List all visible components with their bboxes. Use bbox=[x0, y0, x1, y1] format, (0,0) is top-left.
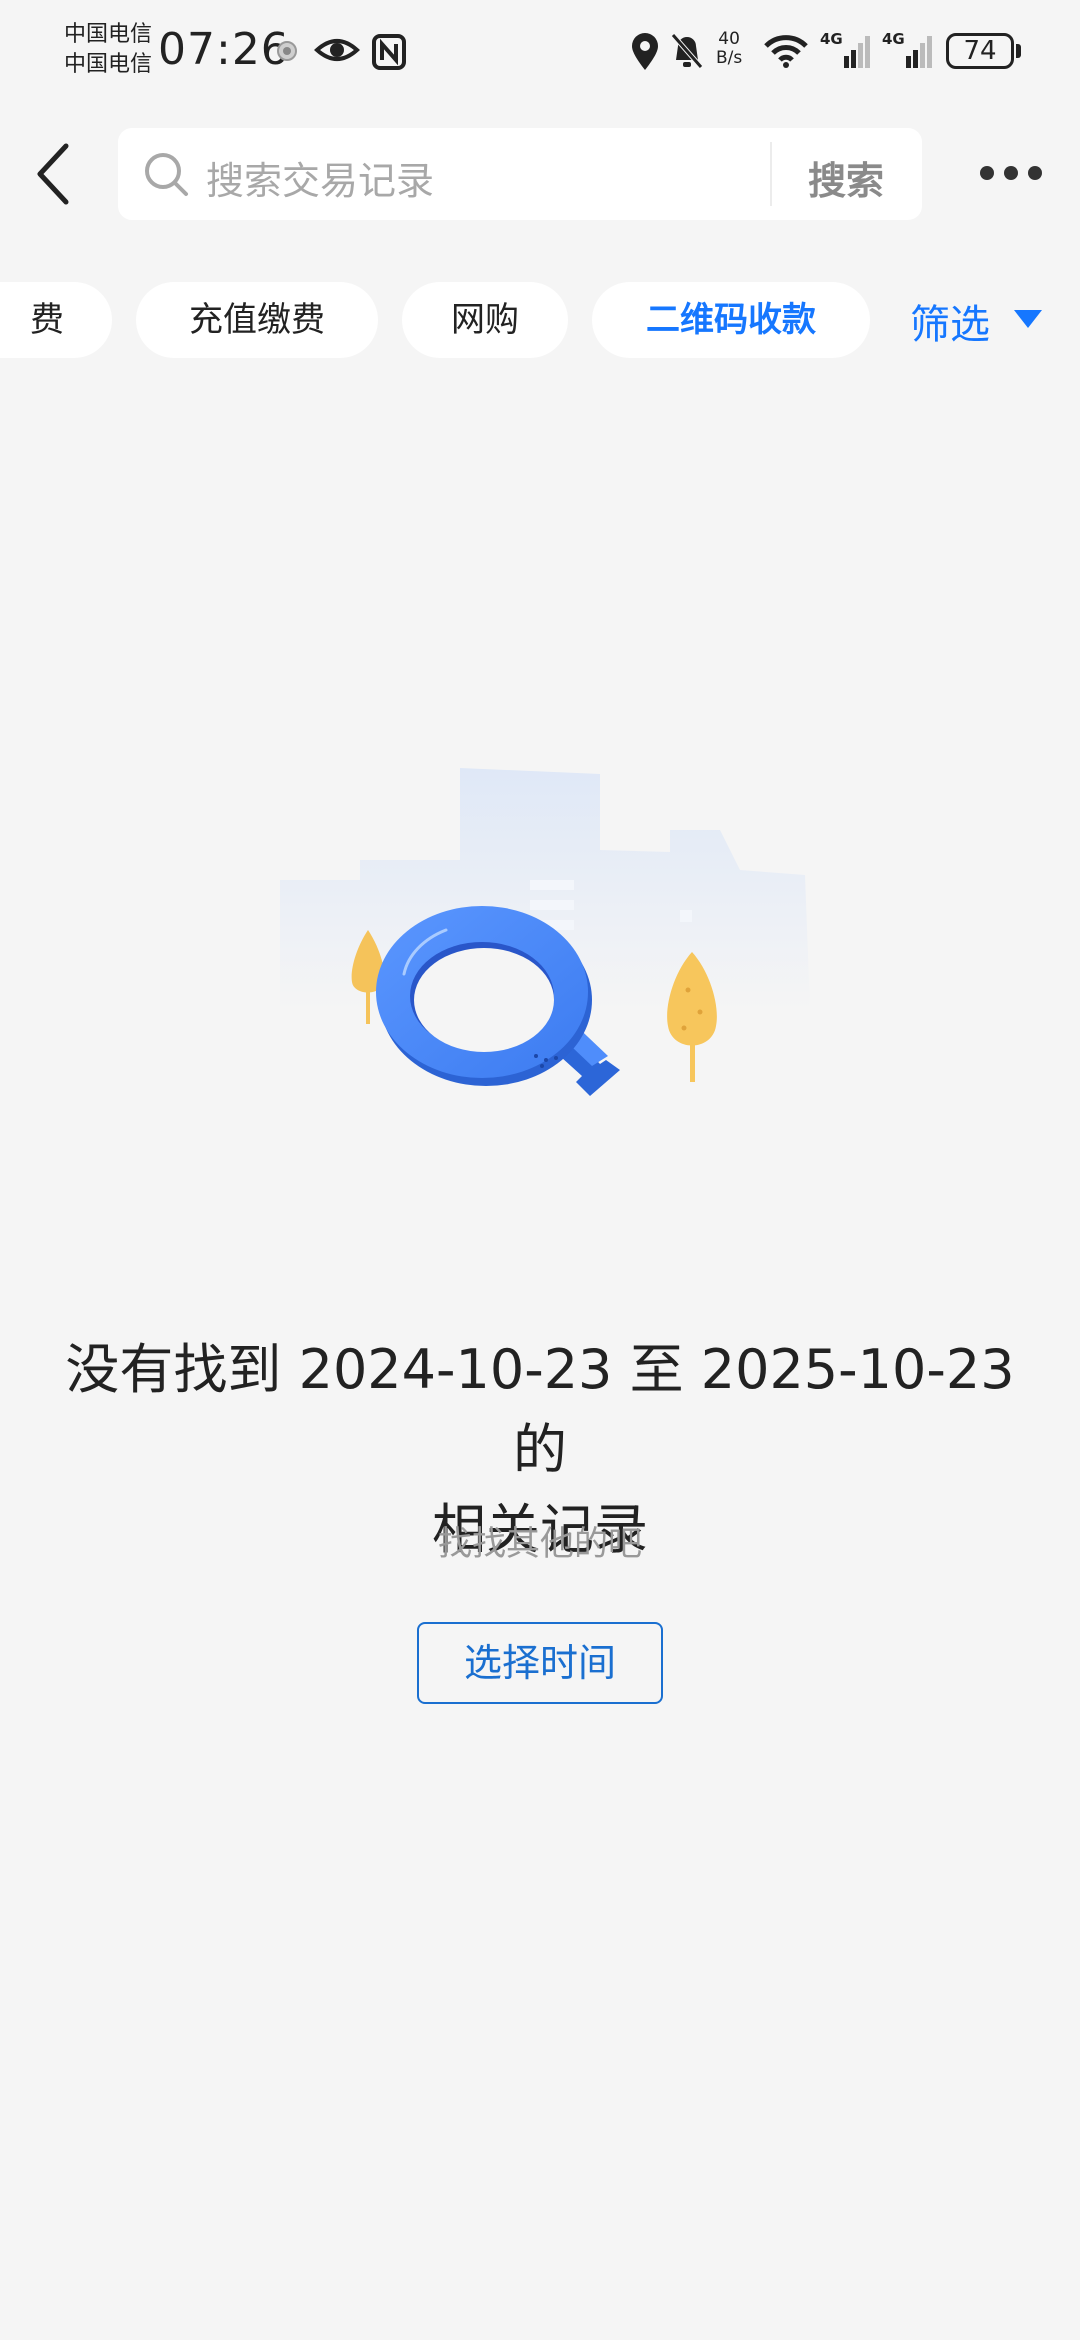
carrier-2: 中国电信 bbox=[64, 52, 153, 77]
search-input[interactable]: 搜索交易记录 搜索 bbox=[118, 128, 922, 220]
network-speed: 40 B/s bbox=[716, 30, 742, 68]
filter-chip-shopping[interactable]: 网购 bbox=[402, 282, 568, 358]
search-button[interactable]: 搜索 bbox=[808, 150, 884, 205]
more-icon[interactable] bbox=[976, 158, 1046, 188]
carrier-1: 中国电信 bbox=[64, 22, 153, 47]
svg-text:4G: 4G bbox=[820, 30, 843, 48]
back-button[interactable] bbox=[30, 140, 86, 208]
clock: 07:26 bbox=[158, 24, 290, 75]
battery-tip bbox=[1016, 44, 1021, 58]
eye-icon bbox=[314, 39, 360, 61]
signal-icon: 4G bbox=[882, 30, 932, 68]
wifi-icon bbox=[764, 35, 808, 68]
caret-down-icon[interactable] bbox=[1014, 310, 1042, 328]
filter-button[interactable]: 筛选 bbox=[910, 292, 990, 350]
record-icon bbox=[277, 41, 297, 61]
back-arrow-icon bbox=[37, 143, 69, 205]
search-divider bbox=[770, 142, 772, 206]
empty-state-subtitle: 找找其他的吧 bbox=[438, 1524, 642, 1564]
carrier-names: 中国电信 中国电信 bbox=[64, 20, 152, 80]
location-icon bbox=[632, 33, 658, 70]
battery-level: 74 bbox=[963, 36, 997, 66]
search-placeholder: 搜索交易记录 bbox=[206, 159, 435, 203]
nfc-icon bbox=[372, 34, 406, 70]
filter-chip-fee[interactable]: 费 bbox=[0, 282, 112, 358]
filter-chip-recharge[interactable]: 充值缴费 bbox=[136, 282, 378, 358]
status-bar: 中国电信 中国电信 07:26 40 B/s 4G 4G 74 bbox=[0, 0, 1080, 105]
network-speed-unit: B/s bbox=[716, 48, 743, 68]
bell-off-icon bbox=[671, 33, 703, 69]
magnifier-illustration bbox=[280, 768, 810, 1096]
empty-state-title-line-1: 没有找到 2024-10-23 至 2025-10-23 的 bbox=[65, 1338, 1015, 1481]
select-time-button[interactable]: 选择时间 bbox=[417, 1622, 663, 1704]
transaction-search-page: 中国电信 中国电信 07:26 40 B/s 4G 4G 74 搜索交易记录 搜… bbox=[0, 0, 1080, 2340]
battery-icon: 74 bbox=[946, 33, 1014, 69]
network-speed-value: 40 bbox=[718, 29, 740, 49]
filter-chip-qr-payment[interactable]: 二维码收款 bbox=[592, 282, 870, 358]
search-icon bbox=[145, 153, 188, 196]
svg-text:4G: 4G bbox=[882, 30, 905, 48]
signal-icon: 4G bbox=[820, 30, 870, 68]
